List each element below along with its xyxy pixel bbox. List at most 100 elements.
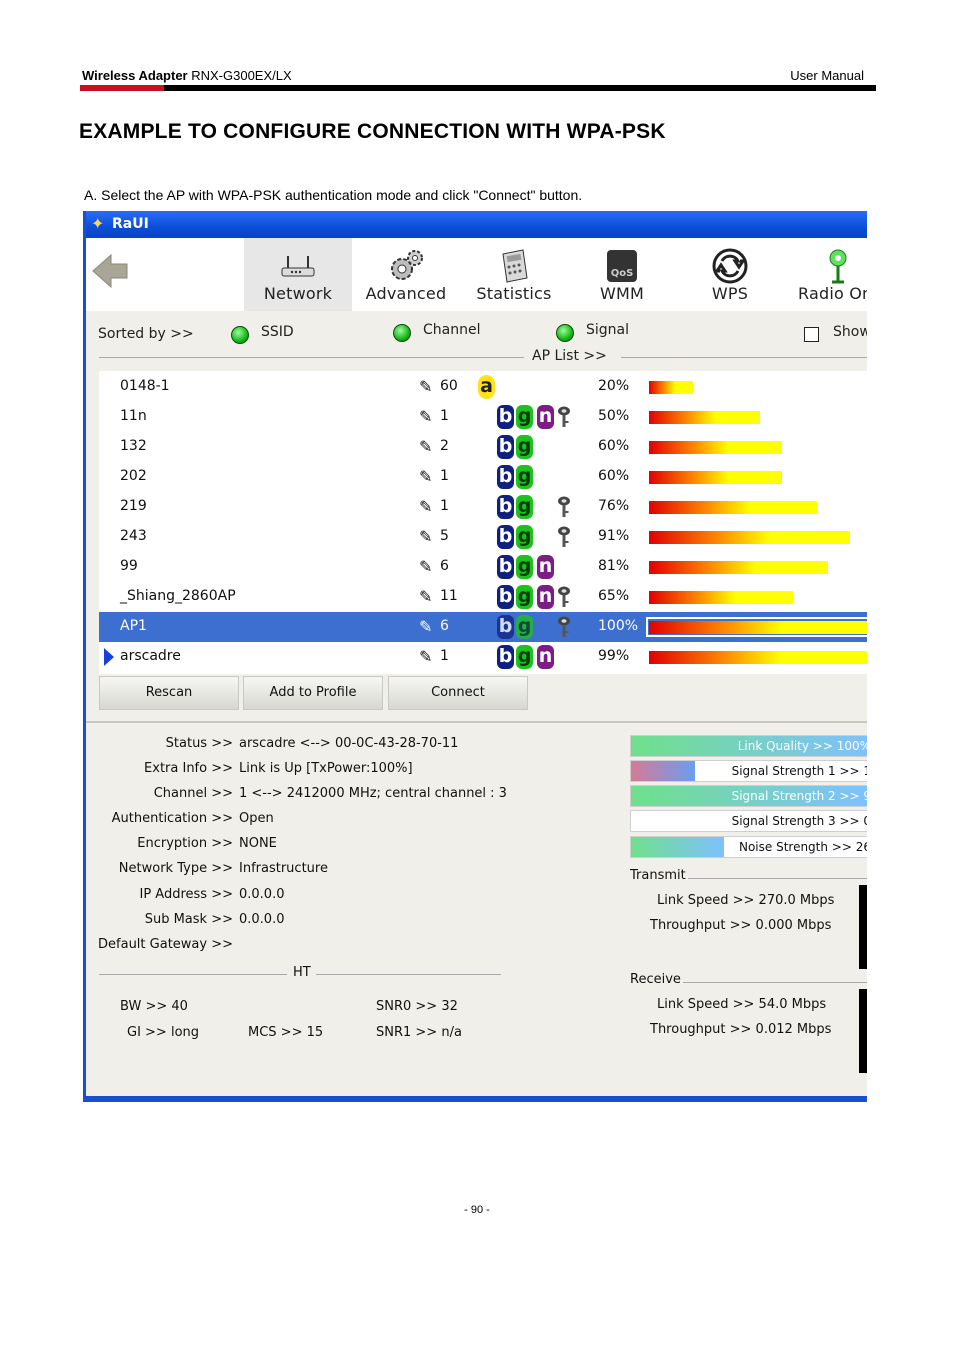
ap-signal-percent: 99% (598, 648, 630, 664)
channel-icon: ✎ (419, 587, 433, 606)
key-icon (558, 406, 570, 427)
ap-channel: 1 (440, 498, 449, 514)
rescan-button[interactable]: Rescan (99, 676, 239, 710)
ap-channel: 60 (440, 378, 458, 394)
toolbar-advanced-label: Advanced (365, 284, 447, 303)
back-arrow-icon[interactable] (91, 252, 129, 290)
ap-list-row[interactable]: arscadre ✎ 1 b g n 99% (99, 642, 867, 672)
signal-meter: Signal Strength 2 >> 9 (630, 785, 867, 807)
ap-ssid: 0148-1 (120, 378, 170, 394)
sorted-by-label: Sorted by >> (98, 326, 194, 342)
toolbar-radio-label: Radio On/ (798, 284, 867, 303)
mode-g-icon: g (516, 645, 533, 669)
ap-channel: 6 (440, 558, 449, 574)
ap-list-row[interactable]: 11n ✎ 1 b g n 50% (99, 402, 867, 432)
ap-ssid: 132 (120, 438, 147, 454)
ap-signal-percent: 91% (598, 528, 630, 544)
signal-meter: Signal Strength 1 >> 1 (630, 760, 867, 782)
signal-meter-label: Noise Strength >> 26 (738, 840, 867, 854)
ht-label: HT (293, 965, 311, 980)
status-value: Link is Up [TxPower:100%] (239, 761, 413, 776)
mode-b-icon: b (497, 525, 514, 549)
ap-ssid: AP1 (120, 618, 147, 634)
signal-meter-label: Link Quality >> 100% (737, 739, 867, 753)
toolbar-wmm[interactable]: QoS WMM (568, 238, 676, 311)
status-key: Channel >> (153, 786, 233, 801)
ap-signal-percent: 50% (598, 408, 630, 424)
show-checkbox[interactable] (804, 327, 819, 342)
signal-meter-fill (631, 837, 724, 857)
status-key: Status >> (165, 736, 233, 751)
key-icon (558, 616, 570, 637)
ht-bw: BW >> 40 (120, 999, 188, 1014)
status-value: arscadre <--> 00-0C-43-28-70-11 (239, 736, 459, 751)
ap-ssid: _Shiang_2860AP (120, 588, 236, 604)
window-title: RaUI (112, 216, 149, 232)
ap-list-row[interactable]: _Shiang_2860AP ✎ 11 b g n 65% (99, 582, 867, 612)
ap-list-row[interactable]: 132 ✎ 2 b g 60% (99, 432, 867, 462)
mode-n-icon: n (537, 555, 554, 579)
toolbar-network-label: Network (263, 284, 333, 303)
calculator-icon (502, 249, 528, 283)
add-to-profile-button[interactable]: Add to Profile (243, 676, 383, 710)
ap-list-row[interactable]: AP1 ✎ 6 b g 100% (99, 612, 867, 642)
ap-signal-bar (649, 651, 867, 664)
tx-throughput: Throughput >> 0.000 Mbps (650, 918, 832, 933)
header-product: Wireless Adapter (82, 68, 188, 83)
channel-icon: ✎ (419, 437, 433, 456)
status-value: 0.0.0.0 (239, 912, 285, 927)
mode-n-icon: n (537, 645, 554, 669)
ap-list-row[interactable]: 0148-1 ✎ 60 a 20% (99, 372, 867, 402)
tx-graph (859, 885, 867, 969)
toolbar-network[interactable]: Network (244, 238, 352, 311)
ht-divider-right (316, 974, 501, 975)
show-label: Show (833, 324, 867, 340)
ht-divider-left (99, 974, 287, 975)
ap-signal-percent: 100% (598, 618, 639, 634)
raui-window: ✦ RaUI Profile Network (83, 211, 867, 1102)
channel-icon: ✎ (419, 377, 433, 396)
status-value: NONE (239, 836, 277, 851)
rx-throughput: Throughput >> 0.012 Mbps (650, 1022, 832, 1037)
ap-signal-percent: 65% (598, 588, 630, 604)
window-titlebar[interactable]: ✦ RaUI (86, 211, 867, 238)
ap-signal-percent: 60% (598, 438, 630, 454)
channel-sort-radio[interactable] (393, 324, 411, 342)
ap-signal-percent: 81% (598, 558, 630, 574)
transmit-label: Transmit (630, 868, 686, 883)
ap-list-row[interactable]: 243 ✎ 5 b g 91% (99, 522, 867, 552)
toolbar-wmm-label: WMM (599, 284, 645, 303)
header-manual: User Manual (790, 68, 864, 83)
toolbar-wps[interactable]: WPS (676, 238, 784, 311)
ap-signal-bar (649, 471, 782, 484)
ap-signal-bar (649, 621, 867, 634)
status-value: 1 <--> 2412000 MHz; central channel : 3 (239, 786, 507, 801)
channel-sort-label: Channel (423, 322, 481, 338)
connect-button[interactable]: Connect (388, 676, 528, 710)
channel-icon: ✎ (419, 497, 433, 516)
signal-meter-label: Signal Strength 3 >> 0 (731, 814, 867, 828)
signal-sort-radio[interactable] (556, 324, 574, 342)
status-key: Sub Mask >> (144, 912, 233, 927)
channel-icon: ✎ (419, 467, 433, 486)
mode-b-icon: b (497, 435, 514, 459)
mode-n-icon: n (537, 405, 554, 429)
ap-list-row[interactable]: 99 ✎ 6 b g n 81% (99, 552, 867, 582)
ap-signal-bar (649, 441, 782, 454)
mode-b-icon: b (497, 465, 514, 489)
raui-logo-icon: ✦ (91, 214, 105, 233)
mode-g-icon: g (516, 495, 533, 519)
toolbar-radio[interactable]: Radio On/ (784, 238, 867, 311)
ap-list-row[interactable]: 202 ✎ 1 b g 60% (99, 462, 867, 492)
svg-text:QoS: QoS (611, 268, 634, 279)
toolbar-advanced[interactable]: Advanced (352, 238, 460, 311)
signal-meter: Noise Strength >> 26 (630, 836, 867, 858)
antenna-icon (829, 249, 847, 284)
ap-list: 0148-1 ✎ 60 a 20% 11n ✎ 1 b g n 50% 132 ✎ 2 b g 60% 202 ✎ 1 b… (99, 371, 867, 674)
ht-mcs: MCS >> 15 (248, 1025, 324, 1040)
ssid-sort-radio[interactable] (231, 326, 249, 344)
ap-list-row[interactable]: 219 ✎ 1 b g 76% (99, 492, 867, 522)
ap-channel: 1 (440, 468, 449, 484)
toolbar-statistics[interactable]: Statistics (460, 238, 568, 311)
ap-channel: 6 (440, 618, 449, 634)
